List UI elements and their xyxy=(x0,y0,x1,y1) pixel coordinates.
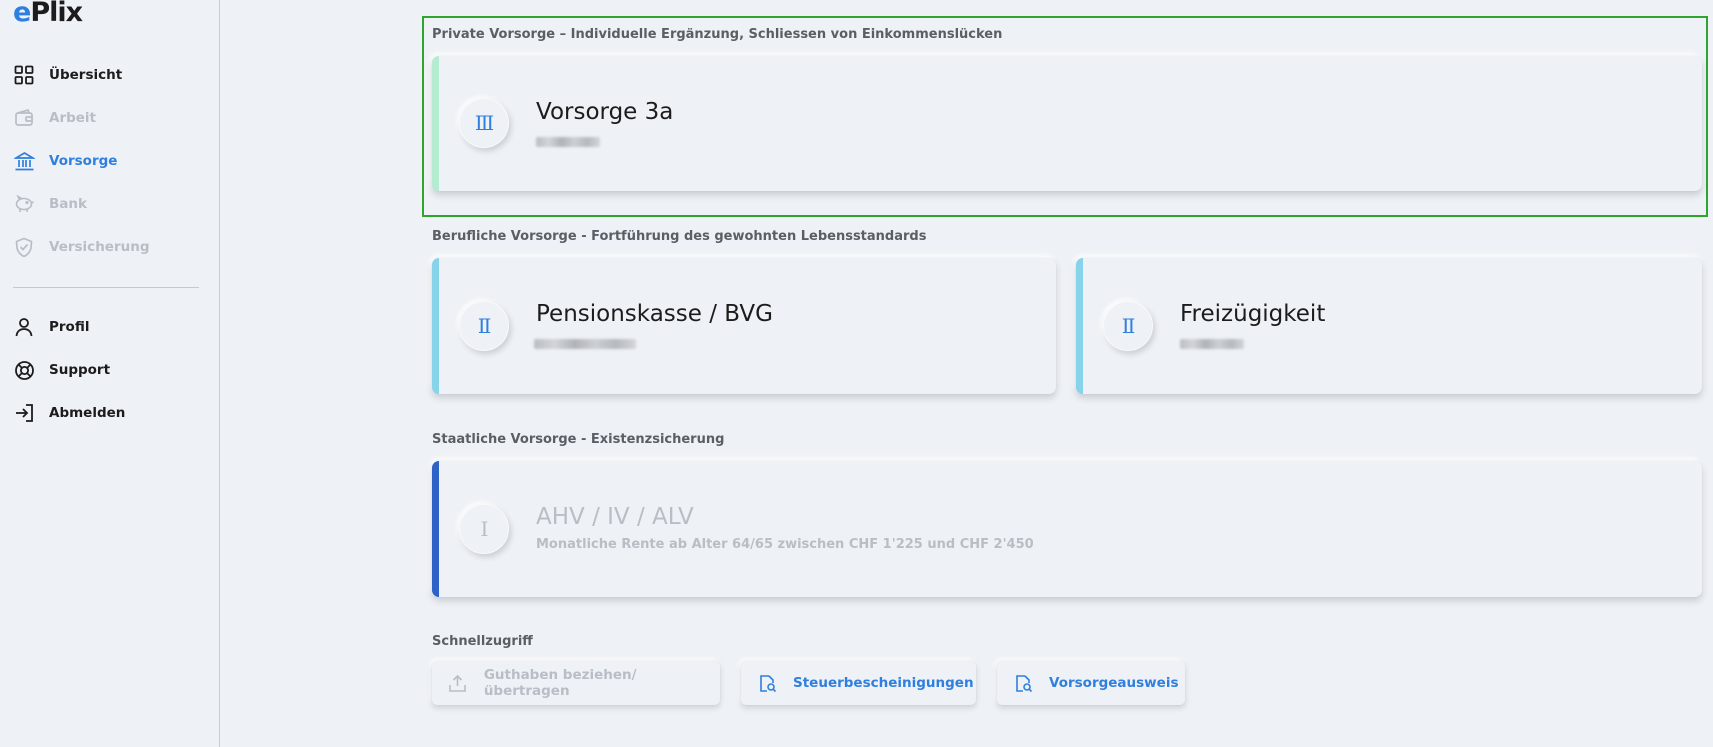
nav-item-vorsorge[interactable]: Vorsorge xyxy=(13,149,117,173)
eplix-logo[interactable]: ePlix xyxy=(13,0,83,28)
nav-label: Arbeit xyxy=(49,110,97,126)
nav-item-profil[interactable]: Profil xyxy=(13,315,89,339)
logout-icon xyxy=(13,402,35,424)
withdraw-transfer-button[interactable]: Guthaben beziehen/übertragen xyxy=(432,661,720,705)
pension-certificate-button[interactable]: Vorsorgeausweis xyxy=(997,661,1185,705)
nav-item-uebersicht[interactable]: Übersicht xyxy=(13,63,122,87)
button-label: Steuerbescheinigungen xyxy=(793,675,974,691)
nav-label: Übersicht xyxy=(49,67,123,83)
shield-check-icon xyxy=(13,236,35,258)
section-title-occupational: Berufliche Vorsorge - Fortführung des ge… xyxy=(432,229,927,244)
button-label: Vorsorgeausweis xyxy=(1049,675,1179,691)
card-title: Freizügigkeit xyxy=(1180,301,1326,327)
card-title: Pensionskasse / BVG xyxy=(536,301,773,327)
user-icon xyxy=(13,316,35,338)
card-vorsorge-3a[interactable]: Ⅲ Vorsorge 3a xyxy=(432,56,1702,191)
upload-icon xyxy=(448,673,468,693)
nav-label: Versicherung xyxy=(49,239,150,255)
section-title-private: Private Vorsorge – Individuelle Ergänzun… xyxy=(432,27,1003,42)
pillar-3-icon: Ⅲ xyxy=(459,98,509,148)
card-subtitle-redacted xyxy=(534,338,636,353)
card-stripe xyxy=(432,56,439,191)
nav-item-bank[interactable]: Bank xyxy=(13,192,87,216)
nav-item-arbeit[interactable]: Arbeit xyxy=(13,106,96,130)
sidebar: ePlix Übersicht Arbeit Vorsorge Bank Ver… xyxy=(0,0,220,747)
nav-divider xyxy=(13,287,199,288)
card-freizuegigkeit[interactable]: Ⅱ Freizügigkeit xyxy=(1076,258,1702,394)
section-title-state: Staatliche Vorsorge - Existenzsicherung xyxy=(432,432,725,447)
piggy-bank-icon xyxy=(13,193,35,215)
card-stripe xyxy=(432,258,439,394)
nav-label: Abmelden xyxy=(49,405,126,421)
bank-icon xyxy=(13,150,35,172)
pillar-1-icon: Ⅰ xyxy=(459,504,509,554)
nav-item-versicherung[interactable]: Versicherung xyxy=(13,235,150,259)
card-ahv-iv-alv[interactable]: Ⅰ AHV / IV / ALV Monatliche Rente ab Alt… xyxy=(432,461,1702,597)
nav-item-support[interactable]: Support xyxy=(13,358,110,382)
section-title-quick-access: Schnellzugriff xyxy=(432,634,533,649)
document-search-icon xyxy=(1013,673,1033,693)
nav-item-abmelden[interactable]: Abmelden xyxy=(13,401,125,425)
card-title: AHV / IV / ALV xyxy=(536,504,694,530)
nav-label: Profil xyxy=(49,319,90,335)
button-label: Guthaben beziehen/übertragen xyxy=(483,667,637,699)
card-stripe xyxy=(432,461,439,597)
card-subtitle-redacted xyxy=(536,136,600,151)
card-title: Vorsorge 3a xyxy=(536,99,674,125)
document-search-icon xyxy=(757,673,777,693)
pillar-2-icon: Ⅱ xyxy=(459,301,509,351)
card-pensionskasse-bvg[interactable]: Ⅱ Pensionskasse / BVG xyxy=(432,258,1056,394)
tax-certificates-button[interactable]: Steuerbescheinigungen xyxy=(741,661,976,705)
pillar-2-icon: Ⅱ xyxy=(1103,301,1153,351)
card-stripe xyxy=(1076,258,1083,394)
card-subtitle-redacted xyxy=(1180,338,1244,353)
nav-label: Support xyxy=(49,362,111,378)
lifebuoy-icon xyxy=(13,359,35,381)
card-subtitle: Monatliche Rente ab Alter 64/65 zwischen… xyxy=(536,537,1034,552)
wallet-icon xyxy=(13,107,35,129)
grid-icon xyxy=(13,64,35,86)
nav-label: Vorsorge xyxy=(49,153,118,169)
nav-label: Bank xyxy=(49,196,87,212)
